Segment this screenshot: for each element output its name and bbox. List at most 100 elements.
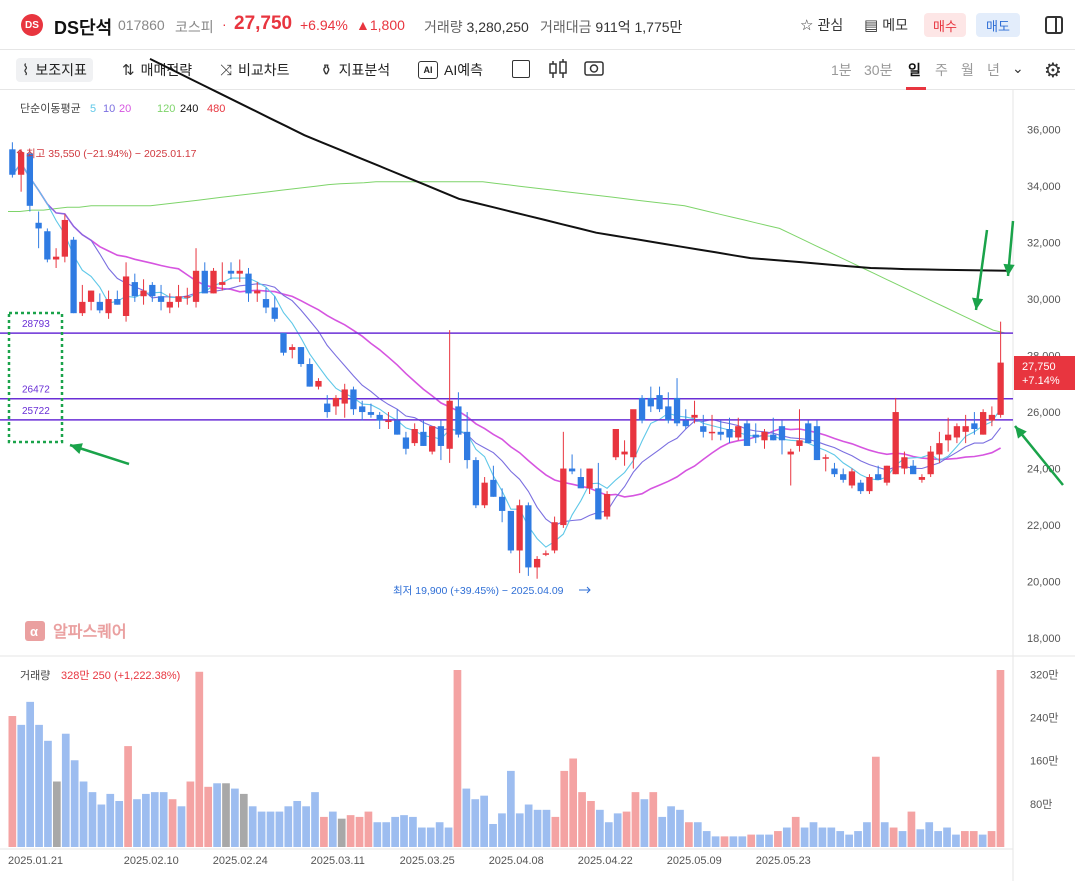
x-date-label: 2025.02.10	[124, 855, 179, 867]
candle-body	[516, 505, 523, 551]
candle-body	[936, 443, 943, 455]
candle-body	[708, 431, 716, 434]
candle-body	[227, 270, 235, 274]
arrow-mid-head	[971, 297, 984, 310]
volume-bar	[560, 770, 569, 847]
candle-body	[122, 276, 130, 316]
y-tick-label: 32,000	[1027, 238, 1061, 250]
volume-bar	[133, 799, 141, 847]
candle-body	[420, 431, 427, 446]
volume-bar	[53, 781, 61, 847]
volume-bar	[667, 806, 675, 847]
candle-body	[787, 451, 794, 455]
volume-tick-label: 240만	[1030, 711, 1058, 724]
volume-bar	[871, 756, 880, 847]
candle-body	[149, 284, 156, 297]
volume-bar	[346, 815, 355, 847]
candle-body	[997, 362, 1004, 415]
candle-body	[752, 434, 759, 438]
volume-bar	[186, 781, 195, 847]
candle-body	[848, 471, 856, 486]
volume-bar	[35, 724, 43, 847]
candle-body	[175, 296, 182, 302]
candle-body	[603, 493, 611, 517]
volume-bar	[756, 834, 764, 847]
candle-body	[918, 477, 926, 480]
volume-bar	[969, 831, 978, 847]
candle-body	[289, 347, 296, 350]
volume-bar	[898, 831, 907, 847]
volume-bar	[328, 811, 337, 847]
annotation-box	[7, 311, 64, 444]
candle-body	[831, 468, 838, 475]
volume-bar	[266, 811, 275, 847]
candle-body	[962, 426, 969, 432]
candle-body	[192, 270, 200, 302]
volume-bar	[462, 788, 471, 847]
candle-body	[892, 412, 899, 475]
volume-bar	[809, 822, 818, 847]
candle-body	[630, 409, 637, 458]
volume-bar	[337, 818, 346, 847]
volume-bar	[311, 792, 319, 847]
candle-body	[621, 451, 628, 455]
volume-bar	[435, 822, 444, 847]
volume-bar	[17, 724, 26, 847]
x-date-label: 2025.01.21	[8, 855, 63, 867]
legend-title: 단순이동평균	[20, 102, 81, 115]
candle-body	[87, 290, 95, 302]
volume-tick-label: 160만	[1030, 755, 1058, 768]
volume-bar	[604, 822, 613, 847]
volume-bar	[774, 831, 782, 847]
candle-body	[245, 273, 252, 294]
candle-body	[61, 219, 68, 257]
volume-bar	[213, 783, 221, 847]
candle-body	[472, 460, 480, 506]
volume-bar	[471, 799, 480, 847]
volume-bar	[587, 800, 595, 847]
arrow-left-head	[70, 443, 83, 454]
volume-bar	[578, 792, 586, 847]
y-tick-label: 36,000	[1027, 125, 1061, 137]
candle-body	[35, 222, 42, 229]
volume-bar	[373, 822, 382, 847]
candle-body	[376, 414, 383, 421]
volume-bar	[800, 827, 809, 847]
candle-body	[411, 429, 418, 444]
candle-body	[131, 282, 138, 297]
candle-body	[822, 457, 829, 459]
volume-bar	[124, 746, 132, 847]
candle-body	[682, 420, 689, 427]
candle-body	[665, 406, 672, 421]
candle-body	[805, 423, 812, 444]
watermark-text: 알파스퀘어	[53, 623, 127, 641]
candle-body	[761, 431, 768, 441]
level-label-25722: 25722	[22, 406, 50, 417]
candle-body	[17, 152, 25, 175]
volume-bar	[231, 788, 239, 847]
candle-body	[979, 412, 987, 435]
legend-ma-20: 20	[119, 103, 131, 115]
candle-body	[114, 299, 121, 305]
volume-bar	[889, 827, 898, 847]
candle-body	[26, 153, 34, 206]
candle-body	[595, 488, 602, 520]
candle-body	[315, 380, 322, 387]
candle-body	[280, 332, 287, 353]
volume-bar	[409, 816, 417, 847]
volume-bar	[818, 827, 827, 847]
candlestick-chart[interactable]: 36,00034,00032,00030,00028,00026,00024,0…	[0, 0, 1075, 881]
volume-bar	[880, 822, 889, 847]
candle-body	[341, 389, 348, 404]
volume-bar	[498, 813, 506, 847]
volume-bar	[987, 831, 996, 847]
volume-bar	[195, 671, 204, 847]
volume-bar	[177, 806, 186, 847]
candle-body	[638, 397, 646, 421]
candle-body	[140, 290, 147, 297]
candle-body	[463, 431, 471, 461]
volume-bar	[382, 822, 391, 847]
x-date-label: 2025.02.24	[213, 855, 268, 867]
volume-bar	[524, 804, 533, 847]
volume-bar	[631, 792, 640, 847]
